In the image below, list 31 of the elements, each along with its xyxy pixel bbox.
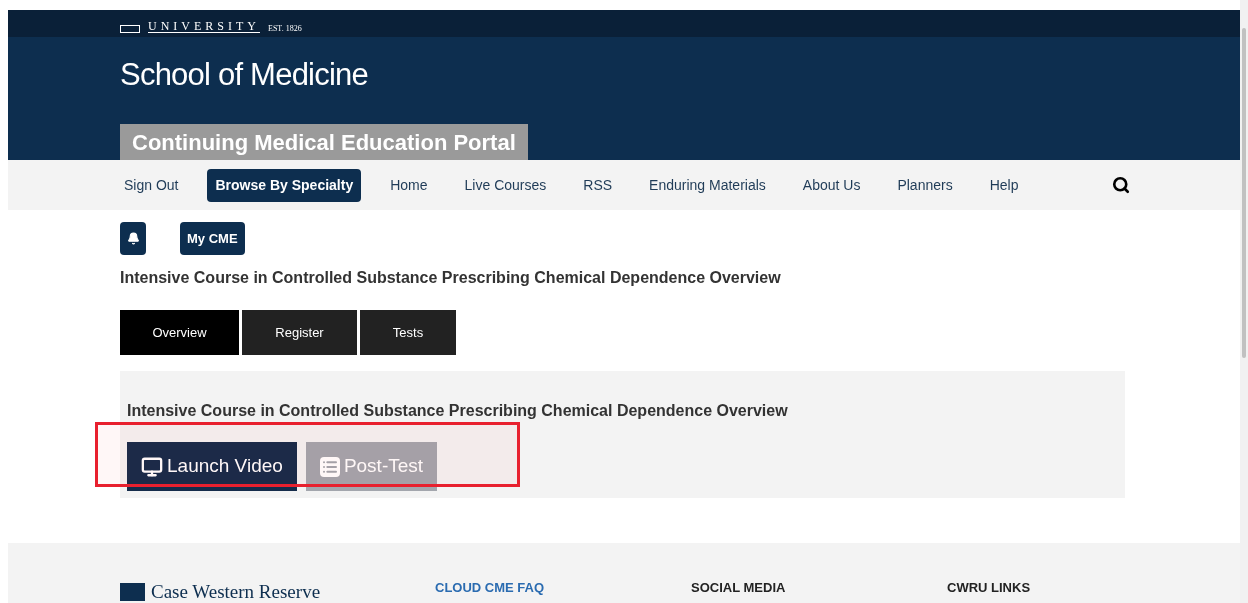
- university-wordmark: UNIVERSITY: [148, 20, 260, 33]
- monitor-icon: [141, 455, 163, 478]
- nav-link[interactable]: About Us: [794, 168, 869, 202]
- nav-link[interactable]: RSS: [575, 168, 621, 202]
- nav-link[interactable]: Planners: [889, 168, 961, 202]
- nav-link[interactable]: Browse By Specialty: [207, 168, 362, 202]
- panel-title: Intensive Course in Controlled Substance Prescribing Chemical Dependence Overview: [127, 401, 789, 421]
- footer-heading: CWRU LINKS: [947, 578, 1032, 597]
- search-icon[interactable]: [1112, 176, 1130, 194]
- launch-video-button[interactable]: Launch Video: [127, 442, 297, 491]
- course-tab[interactable]: Register: [242, 310, 357, 355]
- nav-link[interactable]: Help: [981, 168, 1027, 202]
- course-tab[interactable]: Overview: [120, 310, 239, 355]
- course-title: Intensive Course in Controlled Substance Prescribing Chemical Dependence Overview: [120, 268, 782, 288]
- established-text: EST. 1826: [268, 25, 302, 33]
- footer-link[interactable]: CLOUD CME FAQ: [435, 577, 691, 597]
- notifications-button[interactable]: [120, 222, 146, 255]
- nav-link[interactable]: Live Courses: [456, 168, 555, 202]
- logo-text: Case Western Reserve: [151, 582, 321, 601]
- logo-icon: [120, 583, 145, 601]
- course-tab[interactable]: Tests: [360, 310, 456, 355]
- bell-icon: [126, 232, 140, 245]
- portal-title: Continuing Medical Education Portal: [120, 124, 528, 160]
- list-icon: [319, 456, 340, 477]
- scrollbar[interactable]: [1240, 0, 1248, 603]
- nav-link[interactable]: Home: [382, 168, 436, 202]
- nav-link[interactable]: Sign Out: [116, 168, 187, 202]
- my-cme-button[interactable]: My CME: [180, 222, 245, 255]
- school-title: School of Medicine: [120, 59, 369, 90]
- nav-link[interactable]: Enduring Materials: [641, 168, 774, 202]
- footer-heading: SOCIAL MEDIA: [691, 578, 787, 597]
